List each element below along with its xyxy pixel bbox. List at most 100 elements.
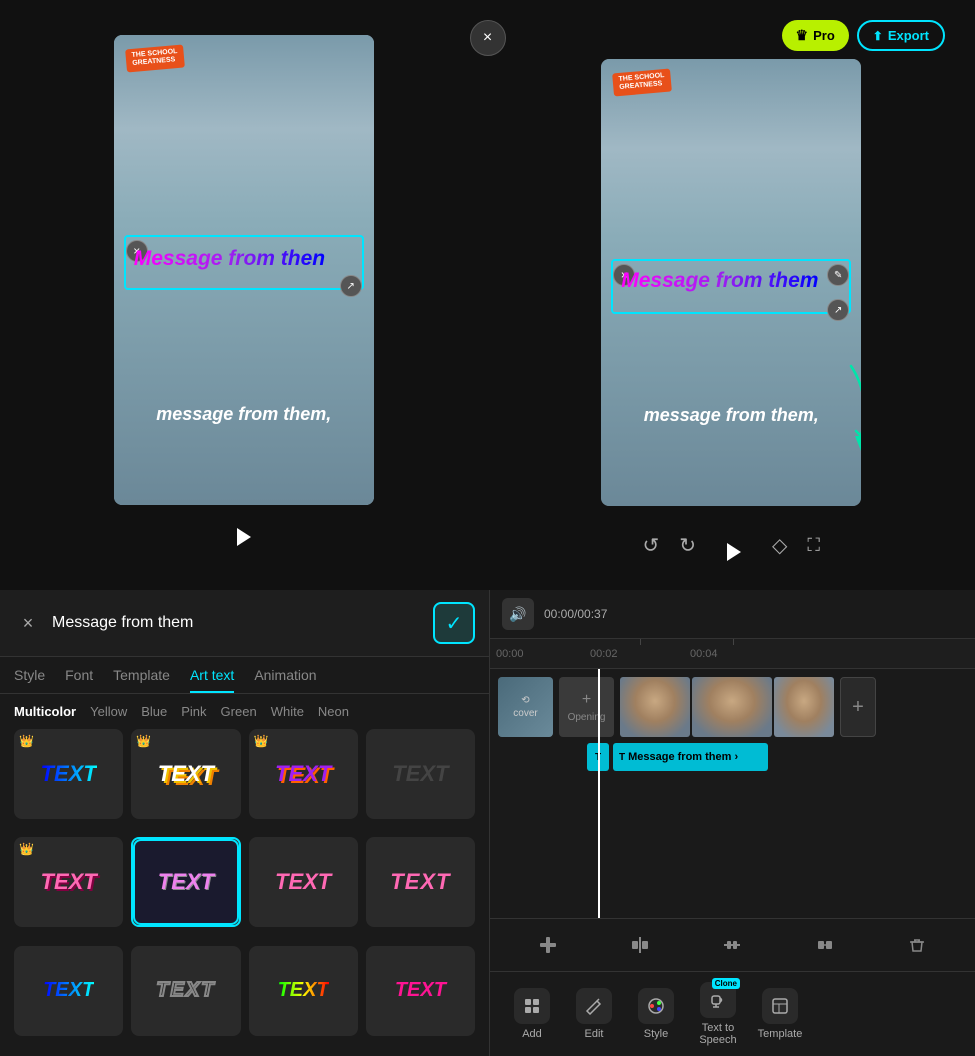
opening-clip[interactable]: + Opening	[559, 677, 614, 737]
left-play-button[interactable]	[226, 519, 262, 555]
split-button[interactable]	[622, 927, 658, 963]
pro-button[interactable]: ♛ Pro	[782, 20, 849, 51]
time-marker-1: 00:02	[590, 648, 618, 660]
video-clip-2[interactable]	[692, 677, 772, 737]
left-panel: × ✓ Style Font Template Art text Animati…	[0, 590, 490, 1056]
style-item-8[interactable]: TEXT	[366, 837, 475, 927]
left-video-container: THE SCHOOLGREATNESS × Message from then …	[114, 35, 374, 505]
tab-template[interactable]: Template	[113, 667, 170, 693]
right-preview: ♛ Pro ⬆ Export THE SCHOOLGREATNESS × ✎	[488, 0, 975, 590]
filter-pink[interactable]: Pink	[181, 704, 206, 719]
style-item-11[interactable]: TEXT	[249, 946, 358, 1036]
confirm-button[interactable]: ✓	[433, 602, 475, 644]
filter-yellow[interactable]: Yellow	[90, 704, 127, 719]
fullscreen-button[interactable]: ⛶	[807, 535, 820, 556]
text-clip-t-icon: T	[619, 752, 625, 763]
sound-icon: 🔊	[509, 606, 526, 623]
right-play-icon	[727, 543, 741, 561]
style-item-12[interactable]: TEXT	[366, 946, 475, 1036]
style-text-2: TEXT	[158, 761, 214, 787]
style-text-12: TEXT	[395, 979, 446, 1002]
bottom-toolbar: Add Edit Style Clone Text toSpeech	[490, 971, 975, 1056]
style-item-6[interactable]: TEXT	[131, 837, 240, 927]
text-input-field[interactable]	[52, 614, 423, 632]
text-input-bar: × ✓	[0, 590, 489, 657]
style-text-5: TEXT	[41, 869, 97, 895]
filter-multicolor[interactable]: Multicolor	[14, 704, 76, 719]
cover-label: cover	[513, 708, 537, 719]
cover-icon: ⟲	[521, 695, 529, 706]
crown-icon-2: 👑	[136, 734, 151, 748]
style-item-3[interactable]: 👑 TEXT	[249, 729, 358, 819]
delete-button[interactable]	[899, 927, 935, 963]
video-clip-1[interactable]	[620, 677, 690, 737]
pro-label: Pro	[813, 28, 835, 43]
tick-2	[640, 639, 641, 645]
trim-button[interactable]	[714, 927, 750, 963]
tab-font[interactable]: Font	[65, 667, 93, 693]
checkmark-icon: ✓	[446, 611, 463, 636]
crown-icon-3: 👑	[254, 734, 269, 748]
template-icon	[762, 988, 798, 1024]
video-track-row: ⟲ cover + Opening	[498, 677, 967, 737]
style-text-7: TEXT	[275, 869, 331, 895]
add-clip-button[interactable]: +	[840, 677, 876, 737]
style-item-1[interactable]: 👑 TEXT	[14, 729, 123, 819]
redo-button[interactable]: ↻	[679, 533, 696, 558]
time-marker-2: 00:04	[690, 648, 718, 660]
left-subtitle-text: message from them,	[124, 404, 364, 425]
tab-style[interactable]: Style	[14, 667, 45, 693]
video-clip-3[interactable]	[774, 677, 834, 737]
tab-art-text[interactable]: Art text	[190, 667, 234, 693]
style-item-4[interactable]: TEXT	[366, 729, 475, 819]
toolbar-text-to-speech[interactable]: Clone Text toSpeech	[690, 982, 746, 1046]
export-label: Export	[888, 28, 929, 43]
export-button[interactable]: ⬆ Export	[857, 20, 945, 51]
toolbar-style[interactable]: Style	[628, 988, 684, 1040]
plus-icon: +	[582, 691, 591, 709]
tick-1	[733, 639, 734, 645]
divider-close-button[interactable]: ×	[470, 20, 506, 56]
text-close-button[interactable]: ×	[14, 609, 42, 637]
tab-animation[interactable]: Animation	[254, 667, 316, 693]
filter-blue[interactable]: Blue	[141, 704, 167, 719]
text-clip-main[interactable]: T Message from them ›	[613, 743, 768, 771]
cover-clip[interactable]: ⟲ cover	[498, 677, 553, 737]
style-item-9[interactable]: TEXT	[14, 946, 123, 1036]
undo-button[interactable]: ↺	[642, 533, 659, 558]
video-clip-face-3	[774, 677, 834, 737]
filter-neon[interactable]: Neon	[318, 704, 349, 719]
template-label: Template	[758, 1028, 803, 1040]
left-resize-btn[interactable]: ↗	[340, 275, 362, 297]
filter-green[interactable]: Green	[221, 704, 257, 719]
left-preview: THE SCHOOLGREATNESS × Message from then …	[0, 0, 488, 590]
add-track-button[interactable]	[530, 927, 566, 963]
text-to-speech-label: Text toSpeech	[699, 1022, 736, 1046]
add-clip-icon: +	[852, 696, 864, 719]
crown-icon-1: 👑	[19, 734, 34, 748]
current-time: 00:00	[544, 607, 574, 621]
style-item-10[interactable]: TEXT	[131, 946, 240, 1036]
style-item-2[interactable]: 👑 TEXT	[131, 729, 240, 819]
sound-button[interactable]: 🔊	[502, 598, 534, 630]
redo-icon: ↻	[679, 533, 696, 558]
right-subtitle-text: message from them,	[611, 405, 851, 426]
toolbar-add[interactable]: Add	[504, 988, 560, 1040]
filter-white[interactable]: White	[271, 704, 304, 719]
diamond-button[interactable]: ◇	[772, 533, 787, 558]
timeline-header: 🔊 00:00/00:37	[490, 590, 975, 639]
extend-button[interactable]	[807, 927, 843, 963]
style-item-7[interactable]: TEXT	[249, 837, 358, 927]
split-icon	[630, 935, 650, 955]
timeline-ruler: 00:00 00:02 00:04	[490, 639, 975, 669]
clone-badge: Clone	[712, 978, 740, 989]
left-overlay-text: Message from then	[134, 245, 354, 271]
toolbar-edit[interactable]: Edit	[566, 988, 622, 1040]
right-play-button[interactable]	[716, 534, 752, 570]
toolbar-template[interactable]: Template	[752, 988, 808, 1040]
cover-clip-bg: ⟲ cover	[498, 677, 553, 737]
style-grid: 👑 TEXT 👑 TEXT 👑 TEXT TEXT 👑 TEXT TEXT	[0, 729, 489, 1056]
style-item-5[interactable]: 👑 TEXT	[14, 837, 123, 927]
trash-icon	[907, 935, 927, 955]
style-text-10: TEXT	[156, 979, 215, 1002]
